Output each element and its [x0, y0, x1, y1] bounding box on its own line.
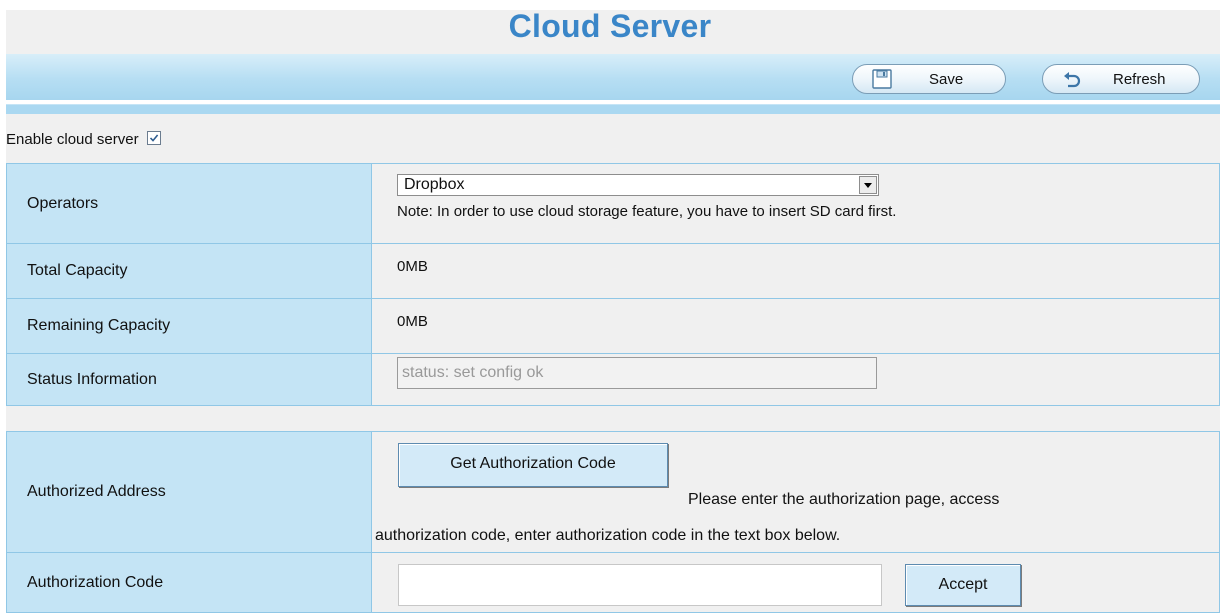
total-capacity-value: 0MB: [397, 258, 428, 275]
operators-select-value: Dropbox: [404, 176, 465, 193]
enable-cloud-checkbox[interactable]: [146, 131, 161, 145]
chevron-down-icon[interactable]: [859, 176, 877, 194]
save-button[interactable]: Save: [852, 64, 1006, 94]
remaining-capacity-value: 0MB: [397, 313, 428, 330]
save-button-label: Save: [929, 71, 964, 88]
remaining-capacity-row: Remaining Capacity: [6, 298, 1220, 354]
authorization-code-input[interactable]: [398, 564, 882, 606]
enable-cloud-row: Enable cloud server: [6, 131, 161, 148]
toolbar: [6, 54, 1220, 100]
remaining-capacity-label: Remaining Capacity: [6, 298, 372, 354]
refresh-button-label: Refresh: [1113, 71, 1166, 88]
refresh-button[interactable]: Refresh: [1042, 64, 1200, 94]
status-field: [397, 357, 877, 389]
authorization-hint-line2: authorization code, enter authorization …: [375, 527, 841, 544]
operators-note: Note: In order to use cloud storage feat…: [397, 203, 897, 220]
total-capacity-label: Total Capacity: [6, 243, 372, 299]
authorization-hint-line1: Please enter the authorization page, acc…: [688, 491, 1000, 508]
operators-select[interactable]: Dropbox: [397, 174, 879, 196]
authorization-code-label: Authorization Code: [6, 552, 372, 613]
enable-cloud-label: Enable cloud server: [6, 131, 139, 148]
page-title: Cloud Server: [508, 8, 712, 44]
status-label: Status Information: [6, 353, 372, 406]
authorized-address-label: Authorized Address: [6, 431, 372, 553]
refresh-icon: [1061, 68, 1083, 90]
total-capacity-row: Total Capacity: [6, 243, 1220, 299]
get-authorization-code-button[interactable]: Get Authorization Code: [398, 443, 668, 487]
toolbar-divider: [6, 100, 1220, 114]
save-icon: [871, 68, 893, 90]
accept-button[interactable]: Accept: [905, 564, 1021, 606]
operators-label: Operators: [6, 163, 372, 244]
